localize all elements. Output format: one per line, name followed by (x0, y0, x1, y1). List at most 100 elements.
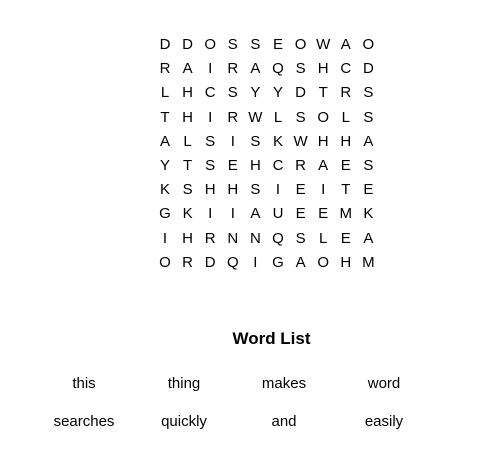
grid-cell[interactable]: A (177, 57, 199, 81)
grid-cell[interactable]: R (199, 227, 221, 251)
grid-cell[interactable]: O (312, 251, 334, 275)
grid-cell[interactable]: M (335, 202, 357, 226)
grid-cell[interactable]: Y (154, 154, 176, 178)
grid-cell[interactable]: O (357, 33, 379, 57)
grid-cell[interactable]: S (357, 81, 379, 105)
grid-cell[interactable]: U (267, 202, 289, 226)
grid-cell[interactable]: A (357, 227, 379, 251)
grid-cell[interactable]: A (154, 130, 176, 154)
grid-cell[interactable]: I (222, 130, 244, 154)
grid-cell[interactable]: O (199, 33, 221, 57)
grid-cell[interactable]: R (177, 251, 199, 275)
grid-cell[interactable]: H (244, 154, 266, 178)
grid-cell[interactable]: S (177, 178, 199, 202)
grid-cell[interactable]: R (222, 106, 244, 130)
grid-cell[interactable]: L (177, 130, 199, 154)
grid-cell[interactable]: D (357, 57, 379, 81)
grid-cell[interactable]: H (199, 178, 221, 202)
grid-cell[interactable]: H (335, 251, 357, 275)
grid-cell[interactable]: S (290, 57, 312, 81)
grid-cell[interactable]: S (222, 81, 244, 105)
grid-cell[interactable]: C (199, 81, 221, 105)
grid-cell[interactable]: H (177, 227, 199, 251)
grid-cell[interactable]: A (312, 154, 334, 178)
grid-cell[interactable]: H (335, 130, 357, 154)
grid-cell[interactable]: A (357, 130, 379, 154)
grid-cell[interactable]: E (357, 178, 379, 202)
grid-cell[interactable]: R (222, 57, 244, 81)
grid-cell[interactable]: L (154, 81, 176, 105)
grid-cell[interactable]: I (222, 202, 244, 226)
grid-cell[interactable]: S (244, 130, 266, 154)
grid-cell[interactable]: L (312, 227, 334, 251)
grid-cell[interactable]: E (290, 202, 312, 226)
grid-cell[interactable]: S (290, 227, 312, 251)
grid-cell[interactable]: L (335, 106, 357, 130)
grid-cell[interactable]: Q (222, 251, 244, 275)
grid-cell[interactable]: M (357, 251, 379, 275)
grid-cell[interactable]: E (267, 33, 289, 57)
grid-cell[interactable]: E (335, 227, 357, 251)
grid-cell[interactable]: I (199, 202, 221, 226)
grid-cell[interactable]: I (244, 251, 266, 275)
grid-cell[interactable]: W (312, 33, 334, 57)
grid-cell[interactable]: S (290, 106, 312, 130)
grid-cell[interactable]: D (154, 33, 176, 57)
grid-cell[interactable]: N (244, 227, 266, 251)
grid-cell[interactable]: T (335, 178, 357, 202)
grid-cell[interactable]: T (177, 154, 199, 178)
grid-cell[interactable]: S (244, 33, 266, 57)
grid-cell[interactable]: S (222, 33, 244, 57)
grid-cell[interactable]: I (154, 227, 176, 251)
grid-cell[interactable]: K (154, 178, 176, 202)
grid-cell[interactable]: K (177, 202, 199, 226)
grid-cell[interactable]: Y (244, 81, 266, 105)
grid-cell[interactable]: I (312, 178, 334, 202)
grid-cell[interactable]: E (222, 154, 244, 178)
grid-cell[interactable]: I (199, 106, 221, 130)
grid-cell[interactable]: D (199, 251, 221, 275)
grid-cell[interactable]: S (199, 154, 221, 178)
grid-cell[interactable]: K (357, 202, 379, 226)
grid-cell[interactable]: E (312, 202, 334, 226)
grid-cell[interactable]: R (335, 81, 357, 105)
grid-cell[interactable]: E (290, 178, 312, 202)
grid-cell[interactable]: W (290, 130, 312, 154)
grid-cell[interactable]: H (312, 57, 334, 81)
grid-cell[interactable]: E (335, 154, 357, 178)
grid-cell[interactable]: A (244, 57, 266, 81)
grid-cell[interactable]: H (177, 106, 199, 130)
grid-cell[interactable]: H (222, 178, 244, 202)
grid-cell[interactable]: K (267, 130, 289, 154)
grid-cell[interactable]: A (335, 33, 357, 57)
grid-cell[interactable]: G (154, 202, 176, 226)
grid-cell[interactable]: R (154, 57, 176, 81)
grid-cell[interactable]: R (290, 154, 312, 178)
grid-cell[interactable]: Q (267, 227, 289, 251)
grid-cell[interactable]: A (244, 202, 266, 226)
grid-cell[interactable]: S (244, 178, 266, 202)
grid-cell[interactable]: Q (267, 57, 289, 81)
grid-cell[interactable]: S (357, 106, 379, 130)
grid-cell[interactable]: O (290, 33, 312, 57)
grid-cell[interactable]: O (154, 251, 176, 275)
grid-cell[interactable]: I (267, 178, 289, 202)
grid-cell[interactable]: A (290, 251, 312, 275)
grid-cell[interactable]: C (267, 154, 289, 178)
grid-cell[interactable]: T (154, 106, 176, 130)
grid-cell[interactable]: D (177, 33, 199, 57)
grid-cell[interactable]: W (244, 106, 266, 130)
grid-cell[interactable]: I (199, 57, 221, 81)
grid-cell[interactable]: N (222, 227, 244, 251)
grid-cell[interactable]: S (357, 154, 379, 178)
grid-cell[interactable]: H (177, 81, 199, 105)
grid-cell[interactable]: G (267, 251, 289, 275)
grid-cell[interactable]: S (199, 130, 221, 154)
grid-cell[interactable]: D (290, 81, 312, 105)
grid-cell[interactable]: H (312, 130, 334, 154)
grid-cell[interactable]: L (267, 106, 289, 130)
grid-cell[interactable]: C (335, 57, 357, 81)
grid-cell[interactable]: Y (267, 81, 289, 105)
grid-cell[interactable]: T (312, 81, 334, 105)
grid-cell[interactable]: O (312, 106, 334, 130)
